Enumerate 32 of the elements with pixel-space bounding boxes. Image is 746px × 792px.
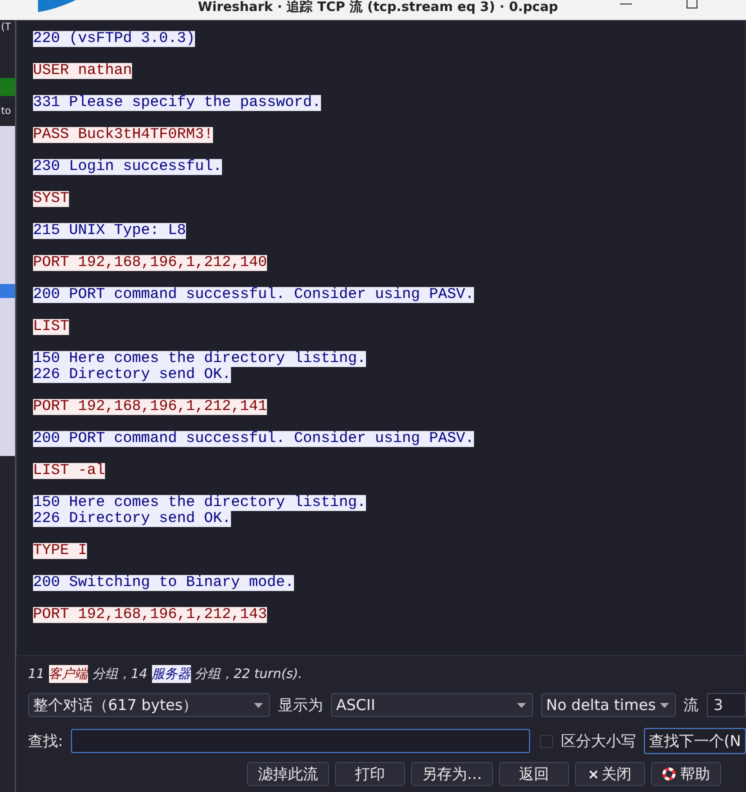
conversation-dropdown[interactable]: 整个对话（617 bytes） [28,693,270,717]
window-title: Wireshark · 追踪 TCP 流 (tcp.stream eq 3) · 0.pcap [196,0,558,16]
background-text: to [1,106,12,117]
find-label: 查找: [28,732,64,750]
stream-number-field[interactable]: 3 [706,693,746,717]
delta-dropdown[interactable]: No delta times [541,693,676,717]
dialog-button[interactable]: 帮助 [651,762,721,786]
case-sensitive-label: 区分大小写 [560,732,636,750]
selected-row [0,284,15,298]
dialog-button[interactable]: 滤掉此流 [247,762,329,786]
case-checkbox[interactable] [540,734,553,748]
stream-label: 流 [684,696,699,714]
close-icon [588,770,598,778]
maximize-icon[interactable] [686,0,698,10]
background-text: (T [1,22,12,33]
lifebuoy-icon [662,767,676,781]
dialog-button[interactable]: 打印 [335,762,405,786]
client-label: 客户端 [48,665,88,683]
dialog-button[interactable]: 返回 [499,762,569,786]
summary-text: 分组，22 turn(s). [194,666,302,683]
find-next-button[interactable]: 查找下一个(N [644,728,746,754]
dialog-button[interactable]: 关闭 [575,762,645,786]
caret-icon [254,702,264,708]
caret-icon [660,702,669,708]
summary-text: 分组，14 [90,666,148,683]
caret-icon [517,702,526,708]
show-as-label: 显示为 [278,696,324,714]
format-dropdown[interactable]: ASCII [331,693,534,717]
find-field[interactable] [71,729,530,753]
toolbar-strip [0,78,15,96]
summary-text: 11 [28,666,46,682]
dialog-button[interactable]: 另存为… [411,762,493,786]
